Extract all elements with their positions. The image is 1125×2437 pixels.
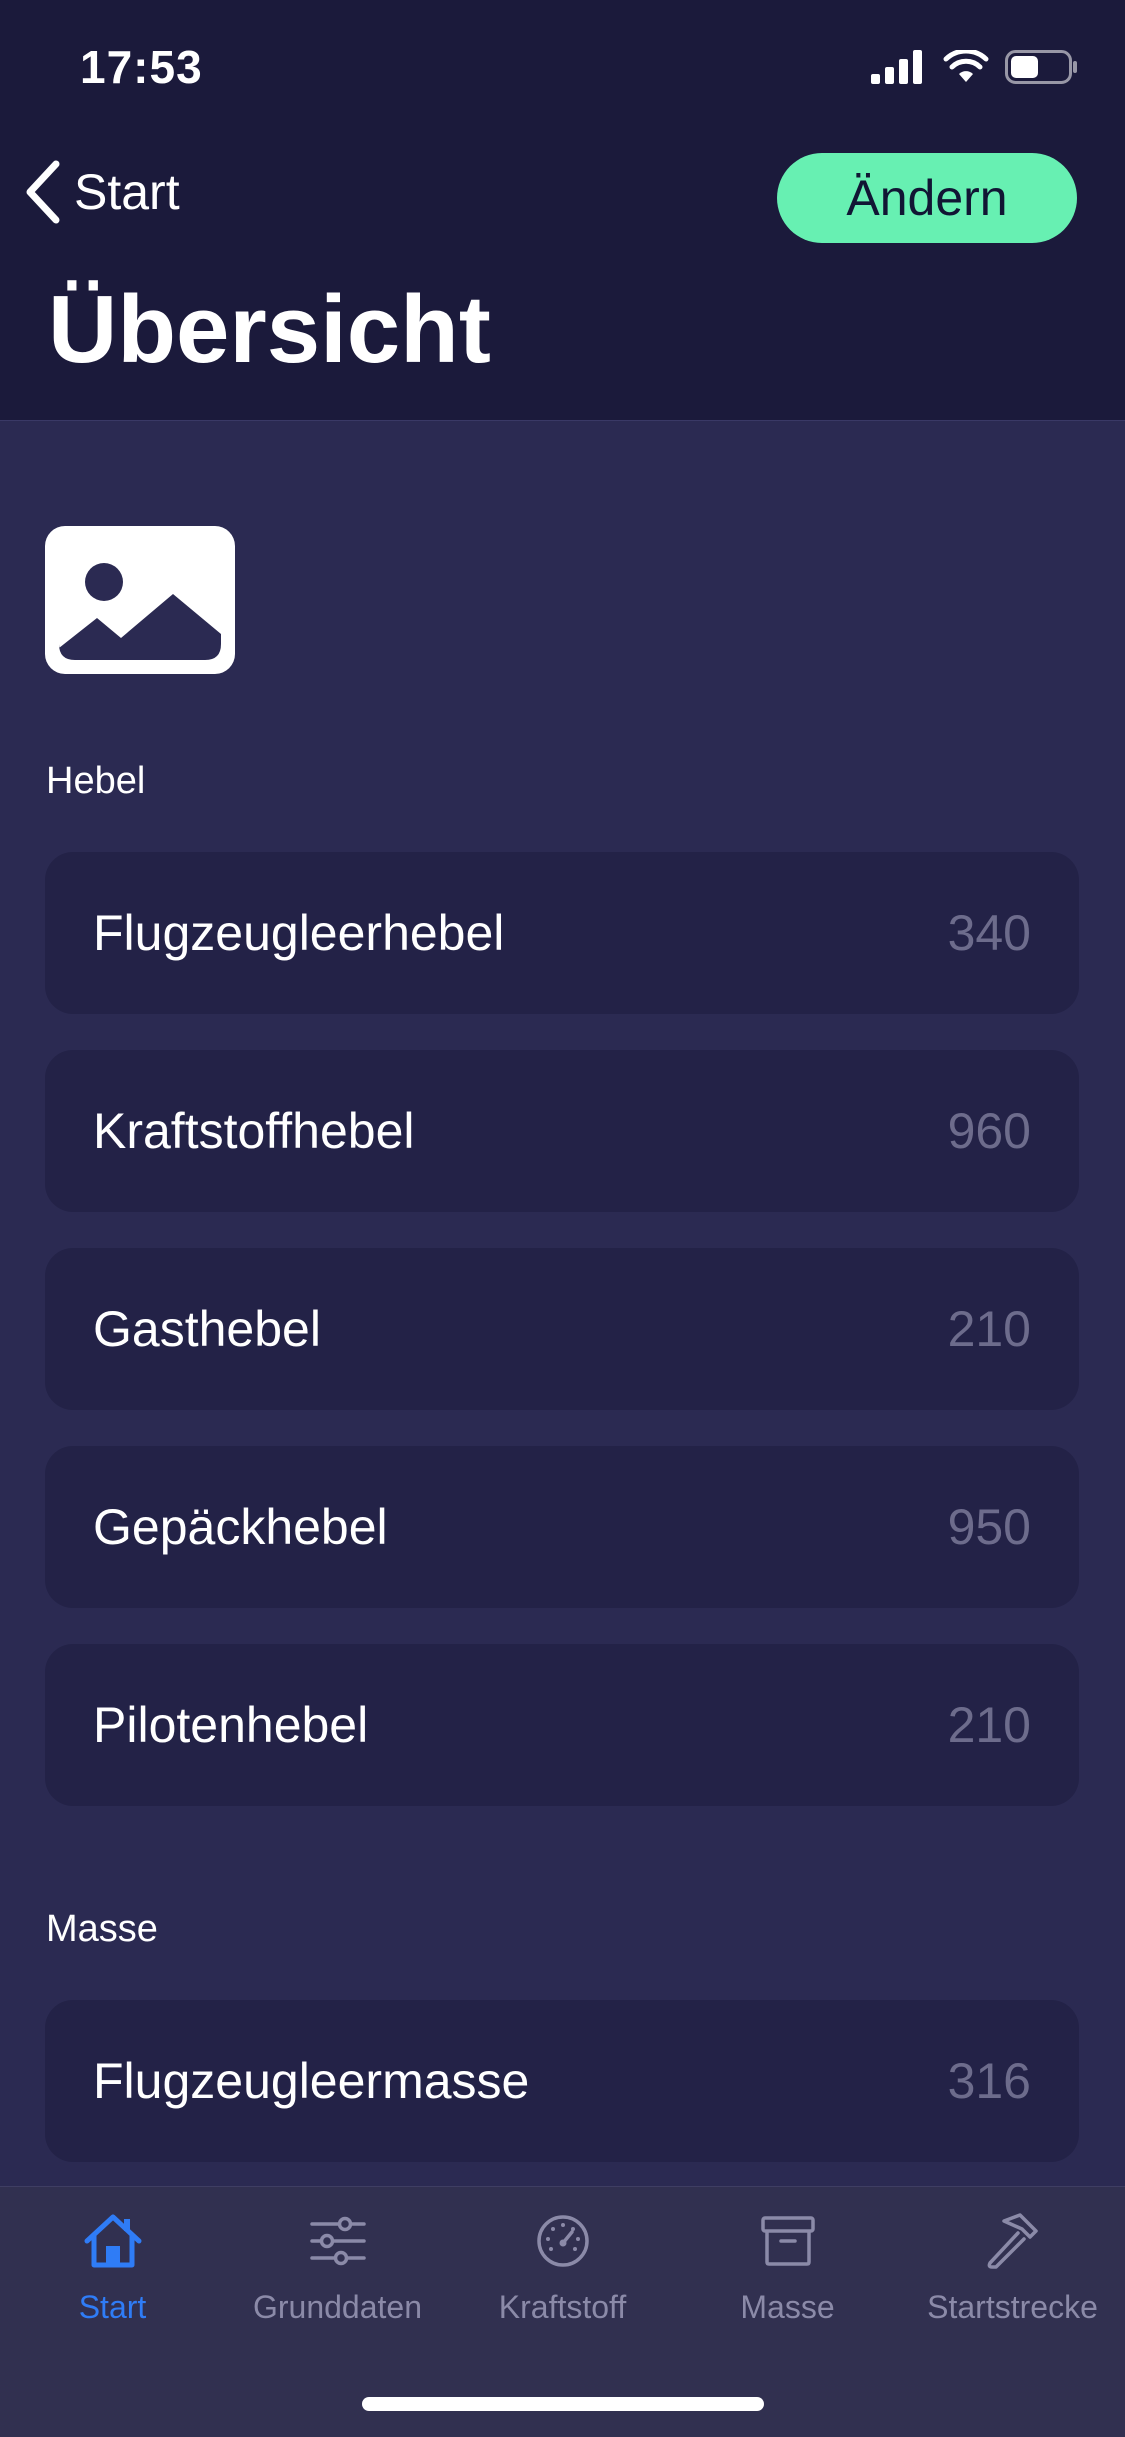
chevron-left-icon: [26, 160, 60, 224]
row-label: Gepäckhebel: [93, 1499, 388, 1555]
tab-kraftstoff[interactable]: Kraftstoff: [450, 2209, 675, 2339]
tab-label: Grunddaten: [252, 2289, 422, 2325]
status-time: 17:53: [80, 41, 203, 93]
row-label: Pilotenhebel: [93, 1697, 369, 1753]
back-button[interactable]: Start: [24, 160, 180, 224]
sliders-icon: [306, 2209, 370, 2273]
tab-label: Startstrecke: [927, 2289, 1098, 2325]
section-header-masse: Masse: [46, 1908, 158, 1950]
row-label: Flugzeugleermasse: [93, 2053, 530, 2109]
row-label: Flugzeugleerhebel: [93, 905, 505, 961]
row-label: Kraftstoffhebel: [93, 1103, 415, 1159]
row-value: 210: [947, 1301, 1031, 1357]
list-item[interactable]: Flugzeugleerhebel 340: [45, 852, 1079, 1014]
section-header-hebel: Hebel: [46, 760, 146, 802]
list-item[interactable]: Kraftstoffhebel 960: [45, 1050, 1079, 1212]
row-value: 316: [947, 2053, 1031, 2109]
image-placeholder[interactable]: [45, 526, 235, 674]
image-icon: [59, 540, 221, 660]
list-item[interactable]: Flugzeugleermasse 316: [45, 2000, 1079, 2162]
house-icon: [81, 2209, 145, 2273]
row-value: 950: [947, 1499, 1031, 1555]
back-button-label: Start: [74, 164, 180, 220]
edit-button[interactable]: Ändern: [777, 153, 1077, 243]
tab-masse[interactable]: Masse: [675, 2209, 900, 2339]
tab-start[interactable]: Start: [0, 2209, 225, 2339]
page-title: Übersicht: [48, 276, 491, 383]
navigation-header: 17:53 Start Ändern Übersicht: [0, 0, 1125, 421]
tab-label: Masse: [740, 2289, 835, 2325]
list-item[interactable]: Gasthebel 210: [45, 1248, 1079, 1410]
row-value: 960: [947, 1103, 1031, 1159]
row-label: Gasthebel: [93, 1301, 321, 1357]
tab-startstrecke[interactable]: Startstrecke: [900, 2209, 1125, 2339]
status-icons: [871, 50, 1079, 84]
tab-label: Start: [78, 2289, 147, 2325]
row-value: 340: [947, 905, 1031, 961]
hammer-icon: [981, 2209, 1045, 2273]
list-item[interactable]: Gepäckhebel 950: [45, 1446, 1079, 1608]
tab-label: Kraftstoff: [498, 2289, 627, 2325]
list-item[interactable]: Pilotenhebel 210: [45, 1644, 1079, 1806]
cellular-signal-icon: [871, 50, 922, 84]
gauge-icon: [531, 2209, 595, 2273]
wifi-icon: [943, 50, 989, 82]
archivebox-icon: [756, 2209, 820, 2273]
home-indicator[interactable]: [362, 2397, 764, 2411]
row-value: 210: [947, 1697, 1031, 1753]
tab-grunddaten[interactable]: Grunddaten: [225, 2209, 450, 2339]
battery-icon: [1005, 50, 1077, 84]
